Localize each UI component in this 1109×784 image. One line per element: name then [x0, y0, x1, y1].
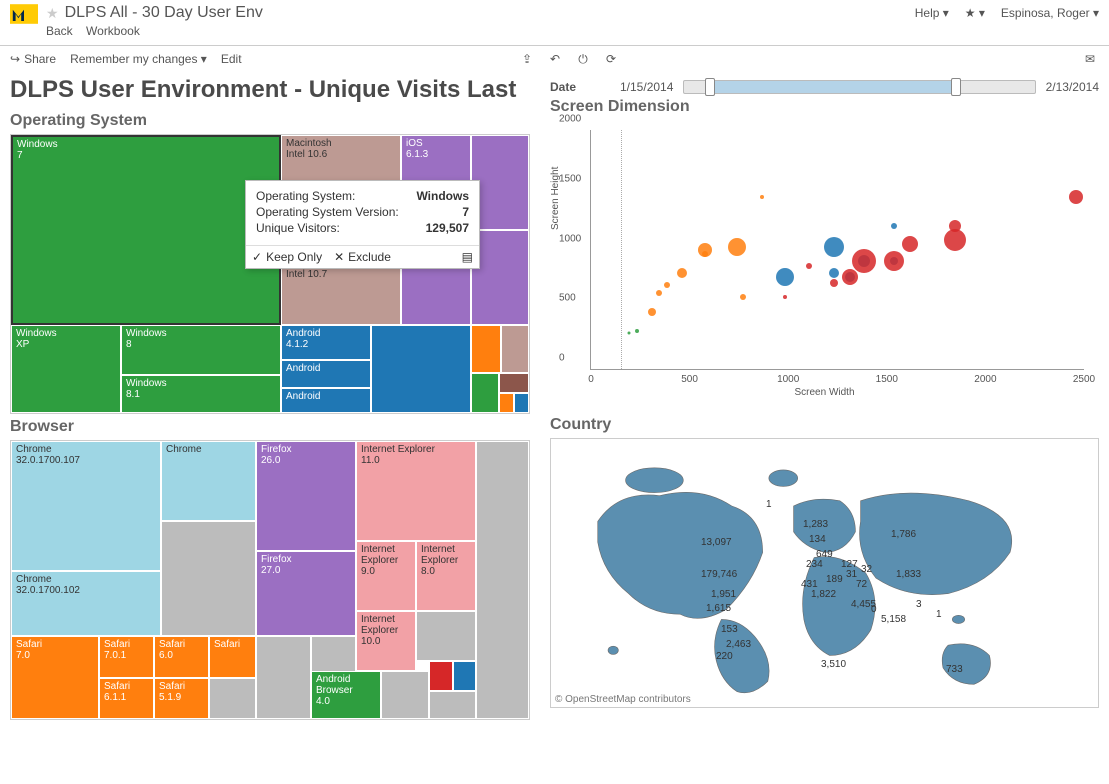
favorite-star-icon[interactable]: ★	[46, 5, 59, 22]
browser-section-title: Browser	[10, 418, 530, 436]
map-attribution: © OpenStreetMap contributors	[555, 694, 691, 705]
date-slider[interactable]	[683, 80, 1035, 94]
os-treemap[interactable]: Windows7 WindowsXP Windows8 Windows8.1 M…	[10, 134, 530, 414]
screen-section-title: Screen Dimension	[550, 98, 1099, 116]
world-map-svg	[551, 439, 1098, 707]
undo-icon[interactable]: ↶	[546, 50, 564, 68]
x-axis-label: Screen Width	[550, 387, 1099, 398]
browser-treemap[interactable]: Chrome32.0.1700.107 Chrome Chrome32.0.17…	[10, 440, 530, 720]
date-label: Date	[550, 80, 610, 94]
refresh-icon[interactable]: ⟳	[602, 50, 620, 68]
date-slider-end-handle[interactable]	[951, 78, 961, 96]
workbook-link[interactable]: Workbook	[86, 24, 140, 38]
logo	[10, 4, 38, 24]
edit-button[interactable]: Edit	[221, 52, 242, 66]
help-menu[interactable]: Help ▾	[915, 6, 949, 20]
page-title: DLPS User Environment - Unique Visits La…	[10, 76, 530, 104]
global-favorite-icon[interactable]: ★ ▾	[965, 6, 985, 20]
tooltip: Operating System:Windows Operating Syste…	[245, 180, 480, 269]
back-link[interactable]: Back	[46, 24, 73, 38]
os-section-title: Operating System	[10, 112, 530, 130]
share-button[interactable]: ↪ Share	[10, 52, 56, 66]
screen-scatter[interactable]: Screen Height 05001000150020002500050010…	[550, 120, 1099, 400]
date-slider-start-handle[interactable]	[705, 78, 715, 96]
view-data-icon[interactable]: ▤	[462, 250, 473, 264]
workbook-title: DLPS All - 30 Day User Env	[65, 4, 263, 22]
export-icon[interactable]: ⇪	[518, 50, 536, 68]
date-start: 1/15/2014	[620, 80, 673, 94]
country-section-title: Country	[550, 416, 1099, 434]
remember-changes-menu[interactable]: Remember my changes ▾	[70, 52, 207, 66]
user-menu[interactable]: Espinosa, Roger ▾	[1001, 6, 1099, 20]
pause-icon[interactable]: ⏻	[574, 50, 592, 68]
country-map[interactable]: 179,74613,0971,9511,6152,4633,5102201531…	[550, 438, 1099, 708]
date-end: 2/13/2014	[1046, 80, 1099, 94]
subscribe-icon[interactable]: ✉	[1081, 50, 1099, 68]
keep-only-button[interactable]: ✓ Keep Only	[252, 250, 322, 264]
exclude-button[interactable]: ✕ Exclude	[334, 250, 391, 264]
